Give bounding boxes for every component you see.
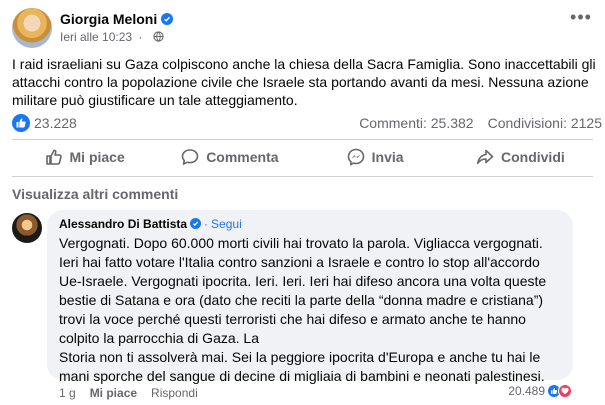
share-label: Condividi [500,149,565,165]
author-name[interactable]: Giorgia Meloni [60,11,157,27]
more-options-icon[interactable]: ••• [567,8,595,32]
comment-header: Alessandro Di Battista · Segui [59,217,242,231]
comment-label: Commenta [206,149,279,165]
reactions-bar: 23.228 Commenti: 25.382 Condivisioni: 212… [12,114,602,134]
author-line: Giorgia Meloni [60,11,174,27]
thumbs-up-icon[interactable] [12,114,30,132]
post-meta: Ieri alle 10:23 · [60,30,164,44]
follow-button[interactable]: Segui [211,217,242,231]
comment-actions: 1 g Mi piace Rispondi [59,386,212,400]
post-header: Giorgia Meloni Ieri alle 10:23 · ••• [12,8,597,48]
comment-bubble: Alessandro Di Battista · Segui Vergognati.… [47,210,573,384]
share-icon [476,149,494,165]
comment-reply-button[interactable]: Rispondi [151,386,198,400]
verified-badge-icon [190,218,202,229]
share-button[interactable]: Condividi [448,141,593,173]
heart-icon [558,384,572,398]
comment-time[interactable]: 1 g [59,386,76,400]
comment-icon [181,149,199,165]
messenger-icon [347,148,364,166]
send-label: Invia [371,149,404,165]
reactions-count[interactable]: 23.228 [34,115,77,131]
comment-text-part-1: Vergognati. Dopo 60.000 morti civili hai… [59,235,547,346]
like-button[interactable]: Mi piace [12,141,157,173]
divider [12,176,593,177]
post-time[interactable]: Ieri alle 10:23 [60,30,132,44]
commenter-avatar[interactable] [12,213,42,243]
post-action-bar: Mi piace Commenta Invia Condividi [12,141,593,173]
post-text: I raid israeliani su Gaza colpiscono anc… [12,56,596,108]
comments-count[interactable]: Commenti: 25.382 [359,115,473,131]
comment-button[interactable]: Commenta [157,141,302,173]
comment-reactions[interactable]: 20.489 [508,384,572,398]
shares-count[interactable]: Condivisioni: 2125 [488,115,602,131]
header-separator: · [204,217,209,231]
comment-text: Vergognati. Dopo 60.000 morti civili hai… [59,234,564,386]
like-label: Mi piace [69,149,125,165]
thumbs-up-icon [45,149,62,165]
send-button[interactable]: Invia [303,141,448,173]
author-avatar[interactable] [12,8,52,48]
divider [12,139,593,140]
verified-badge-icon [161,13,174,25]
comment-like-button[interactable]: Mi piace [90,386,137,400]
comment-text-part-2: Storia non ti assolverà mai. Sei la pegg… [59,349,545,384]
meta-separator: · [135,30,146,44]
comment-reactions-count: 20.489 [508,384,545,398]
commenter-name[interactable]: Alessandro Di Battista [59,217,187,231]
view-more-comments-link[interactable]: Visualizza altri commenti [12,186,178,202]
post-stats: Commenti: 25.382 Condivisioni: 2125 [359,115,602,131]
globe-icon [153,31,164,42]
